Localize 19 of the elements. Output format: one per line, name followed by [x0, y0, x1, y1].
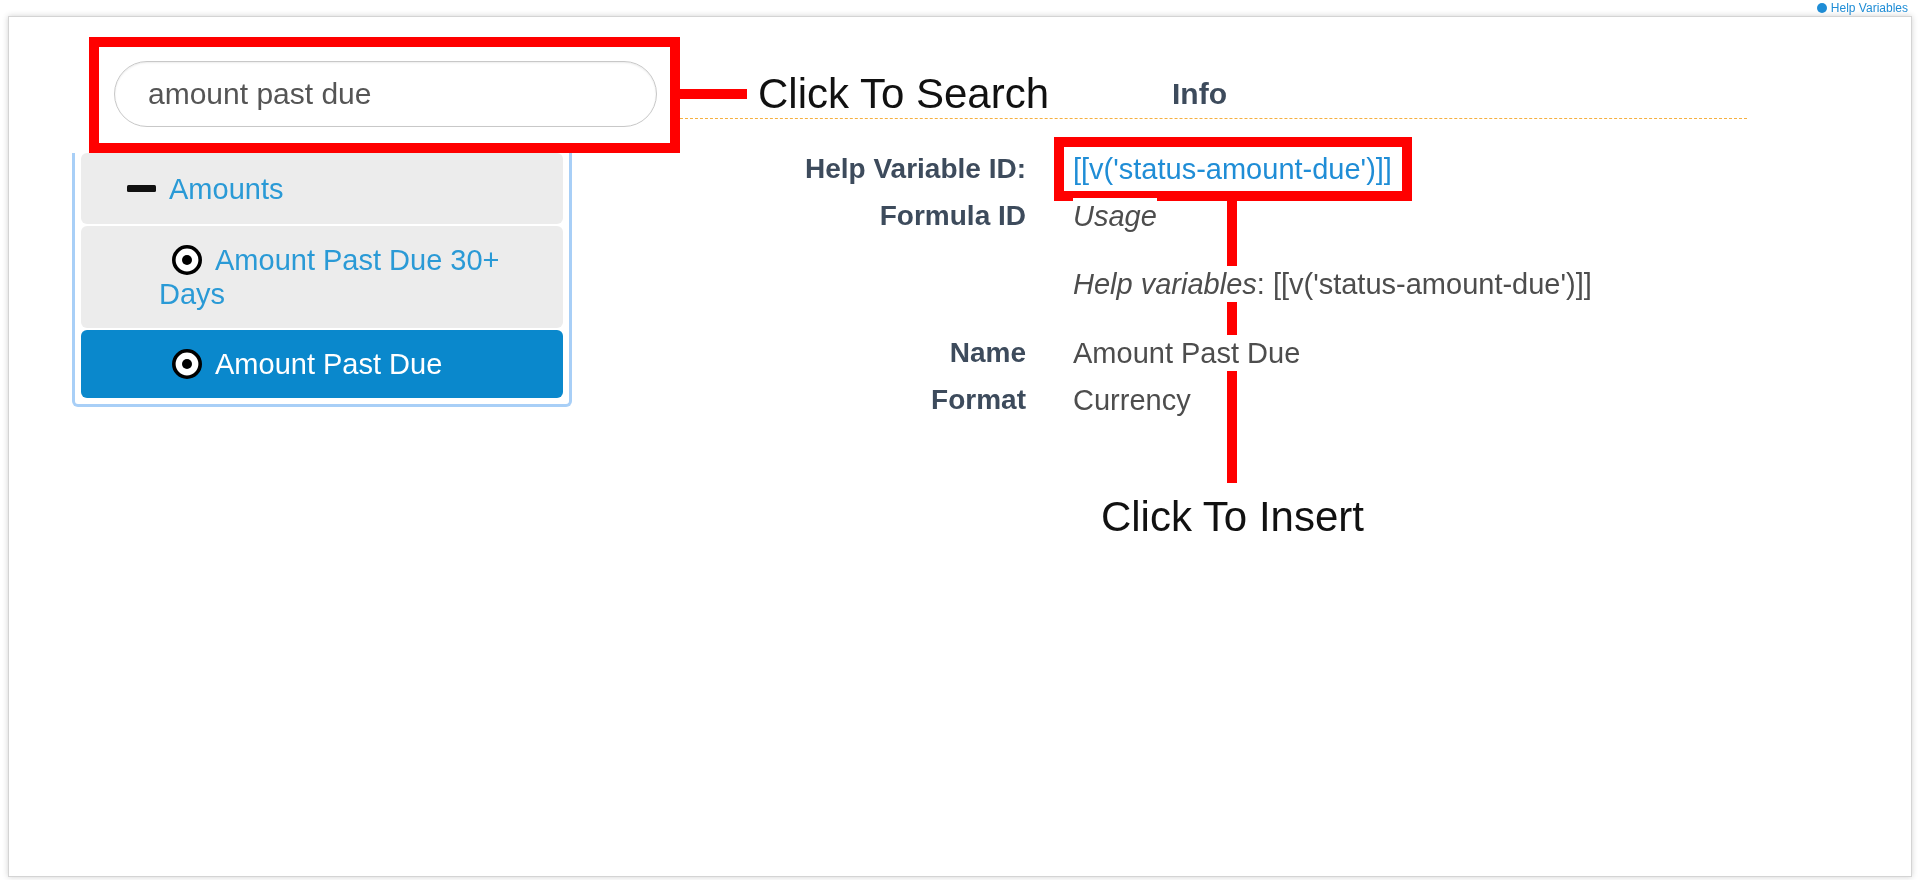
tree-item[interactable]: Amounts — [81, 153, 563, 224]
section-title: Info — [1172, 76, 1227, 112]
circle-icon — [1816, 3, 1827, 13]
variable-link[interactable]: [[v('status-amount-due')]] — [1073, 151, 1392, 187]
tree-item[interactable]: Amount Past Due 30+ Days — [81, 226, 563, 328]
field-label: Name — [948, 336, 1026, 370]
target-icon — [172, 245, 202, 276]
field-label: Help Variable ID: — [804, 152, 1026, 186]
field-value: Amount Past Due — [1073, 335, 1301, 371]
callout-label: Click To Search — [758, 70, 1049, 118]
field-label: Format — [930, 383, 1026, 417]
help-text: Help variables: [[v('status-amount-due')]] — [1073, 266, 1592, 302]
help-variables-link[interactable]: Help Variables — [1816, 1, 1908, 15]
callout-label: Click To Insert — [1100, 493, 1364, 541]
tree-item[interactable]: Amount Past Due — [81, 330, 563, 398]
search-field[interactable]: amount past due — [114, 61, 657, 127]
field-value: Usage — [1073, 198, 1157, 234]
target-icon — [172, 349, 202, 380]
field-label: Formula ID — [878, 199, 1026, 233]
